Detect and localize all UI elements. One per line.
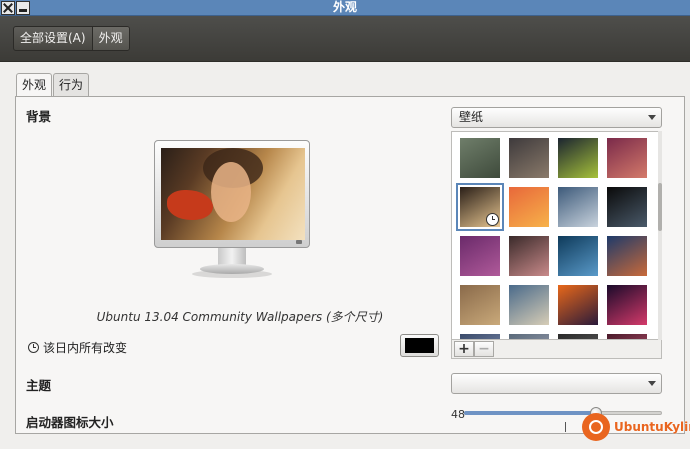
breadcrumb-all-settings[interactable]: 全部设置(A) [14,27,92,50]
wallpaper-grid [451,131,662,340]
title-bar: 外观 [0,0,690,16]
clock-icon [28,342,39,353]
tab-behavior[interactable]: 行为 [53,73,90,96]
color-swatch [405,338,434,353]
tab-appearance[interactable]: 外观 [16,73,53,97]
add-wallpaper-button[interactable]: + [454,341,474,357]
wallpaper-thumbnail[interactable] [607,187,647,227]
logo-text: UbuntuKylin [614,420,690,434]
wallpaper-source-combo[interactable]: 壁纸 [451,107,662,128]
breadcrumb: 全部设置(A) 外观 [13,26,130,51]
launcher-icon-size-label: 启动器图标大小 [26,415,114,430]
window-title: 外观 [332,0,357,14]
chevron-down-icon [648,115,656,120]
wallpaper-preview [154,140,310,278]
wallpaper-thumbnail[interactable] [607,236,647,276]
background-label: 背景 [26,109,52,124]
remove-wallpaper-button[interactable]: − [474,341,494,357]
icon-size-slider-fill [464,411,596,415]
wallpaper-thumbnail[interactable] [607,285,647,325]
wallpaper-thumbnail[interactable] [558,138,598,178]
wallpaper-thumbnail[interactable] [509,138,549,178]
wallpaper-scrollbar[interactable] [658,131,662,340]
wallpaper-source-value: 壁纸 [459,110,484,124]
icon-size-value: 48 [451,408,465,421]
wallpaper-thumbnail[interactable] [460,236,500,276]
wallpaper-thumbnail[interactable] [456,183,504,231]
wallpaper-thumbnail[interactable] [509,236,549,276]
wallpaper-thumbnail[interactable] [509,285,549,325]
wallpaper-scroll-thumb[interactable] [658,183,662,231]
ubuntu-logo-icon [582,413,610,441]
wallpaper-thumbnail[interactable] [460,285,500,325]
wallpaper-thumbnail[interactable] [558,285,598,325]
tab-bar: 外观 行为 [16,73,90,97]
breadcrumb-appearance[interactable]: 外观 [91,27,129,50]
wallpaper-thumbnail[interactable] [558,187,598,227]
wallpaper-grid-toolbar: + − [451,340,662,359]
wallpaper-thumbnail[interactable] [607,138,647,178]
wallpaper-thumbnail[interactable] [509,187,549,227]
theme-label: 主题 [26,378,52,393]
background-color-button[interactable] [400,334,439,357]
wallpaper-name: Ubuntu 13.04 Community Wallpapers (多个尺寸) [96,310,384,324]
chevron-down-icon [648,381,656,386]
wallpaper-thumbnail[interactable] [460,138,500,178]
apply-scope: 该日内所有改变 [28,339,127,356]
toolbar: 全部设置(A) 外观 [0,16,690,62]
slider-tick [565,422,566,432]
apply-scope-label: 该日内所有改变 [43,341,128,355]
ubuntukylin-logo: UbuntuKylin [582,413,690,441]
wallpaper-thumbnail[interactable] [558,236,598,276]
selected-clock-icon [486,213,499,226]
theme-combo[interactable] [451,373,662,394]
